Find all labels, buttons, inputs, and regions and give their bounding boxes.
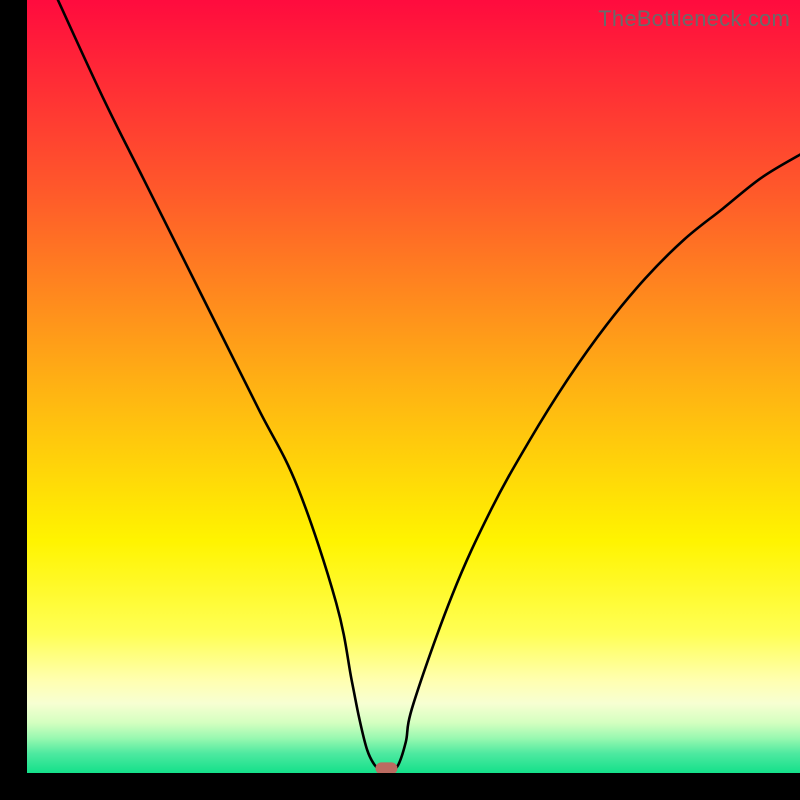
x-axis bbox=[0, 773, 800, 800]
bottleneck-chart: TheBottleneck.com bbox=[0, 0, 800, 800]
watermark-text: TheBottleneck.com bbox=[598, 6, 790, 32]
plot-background bbox=[27, 0, 800, 773]
chart-canvas bbox=[0, 0, 800, 800]
minimum-marker bbox=[375, 762, 397, 774]
y-axis bbox=[0, 0, 27, 800]
